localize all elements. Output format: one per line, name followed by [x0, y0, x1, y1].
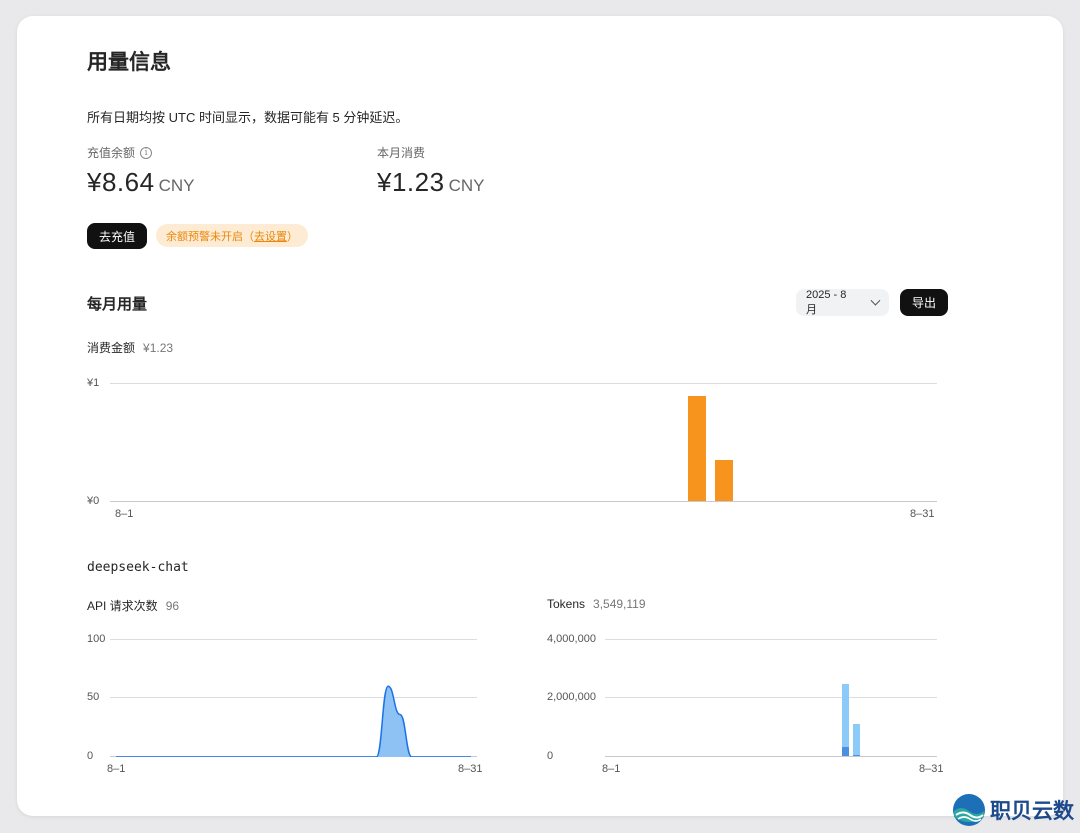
cost-ytick-top: ¥1 — [87, 377, 100, 389]
warning-close-paren: ） — [287, 230, 298, 243]
tokens-bar[interactable] — [852, 723, 860, 755]
chevron-down-icon — [870, 295, 881, 306]
requests-area — [116, 686, 471, 757]
cost-bar[interactable] — [714, 459, 733, 501]
requests-ytick-100: 100 — [87, 633, 106, 645]
utc-note: 所有日期均按 UTC 时间显示，数据可能有 5 分钟延迟。 — [87, 110, 409, 125]
balance-value: ¥8.64 — [87, 167, 155, 197]
tokens-bars-area — [605, 639, 937, 756]
monthly-usage-title: 每月用量 — [87, 296, 148, 313]
tokens-label: Tokens — [547, 597, 586, 611]
tokens-bar[interactable] — [852, 754, 860, 756]
monthly-spend-unit: CNY — [448, 176, 485, 195]
requests-line[interactable] — [116, 685, 471, 757]
model-name: deepseek-chat — [87, 560, 189, 575]
cost-baseline — [110, 501, 937, 502]
export-button[interactable]: 导出 — [900, 289, 948, 316]
requests-ytick-0: 0 — [87, 750, 94, 762]
cost-chart-label: 消费金额 — [87, 341, 136, 355]
requests-xtick-end: 8–31 — [458, 763, 483, 775]
tokens-total: 3,549,119 — [593, 597, 646, 611]
tokens-ytick-0: 0 — [547, 750, 554, 762]
tokens-bar[interactable] — [841, 747, 849, 756]
requests-total: 96 — [165, 599, 180, 613]
wave-logo-icon — [953, 794, 985, 826]
cost-xtick-end: 8–31 — [910, 508, 935, 520]
tokens-ytick-2m: 2,000,000 — [547, 691, 596, 703]
warning-settings-link[interactable]: 去设置 — [254, 228, 287, 244]
tokens-ytick-4m: 4,000,000 — [547, 633, 596, 645]
balance-block: 充值余额 i ¥8.64 CNY — [87, 144, 194, 198]
monthly-spend-value: ¥1.23 — [377, 167, 445, 197]
requests-label-row: API 请求次数 96 — [87, 597, 179, 614]
requests-area-chart — [116, 685, 471, 757]
page-title: 用量信息 — [87, 51, 171, 74]
balance-value-row: ¥8.64 CNY — [87, 167, 194, 198]
balance-warning-pill: 余额预警未开启（ 去设置 ） — [156, 224, 308, 247]
info-icon[interactable]: i — [140, 146, 153, 159]
cost-chart-label-row: 消费金额 ¥1.23 — [87, 339, 173, 356]
tokens-label-row: Tokens 3,549,119 — [547, 597, 646, 611]
warning-text: 余额预警未开启（ — [166, 230, 254, 243]
tokens-xtick-end: 8–31 — [919, 763, 944, 775]
recharge-button[interactable]: 去充值 — [87, 223, 147, 249]
cost-chart-total: ¥1.23 — [143, 341, 174, 355]
brand-logo-text: 职贝云数 — [990, 800, 1074, 823]
balance-label-row: 充值余额 i — [87, 144, 194, 161]
monthly-spend-label: 本月消费 — [377, 146, 426, 160]
cost-ytick-bottom: ¥0 — [87, 495, 100, 507]
requests-label: API 请求次数 — [87, 599, 158, 613]
requests-xtick-start: 8–1 — [107, 763, 126, 775]
cost-xtick-start: 8–1 — [115, 508, 134, 520]
tokens-baseline — [605, 756, 937, 757]
monthly-spend-value-row: ¥1.23 CNY — [377, 167, 484, 198]
requests-ytick-50: 50 — [87, 691, 100, 703]
tokens-xtick-start: 8–1 — [602, 763, 621, 775]
balance-label: 充值余额 — [87, 146, 136, 160]
cost-bar[interactable] — [688, 395, 707, 501]
month-select-value: 2025 - 8月 — [806, 288, 847, 316]
cost-bars-area — [110, 383, 937, 501]
month-select[interactable]: 2025 - 8月 — [796, 289, 889, 316]
tokens-bar[interactable] — [841, 684, 849, 748]
usage-card: 用量信息 所有日期均按 UTC 时间显示，数据可能有 5 分钟延迟。 充值余额 … — [17, 16, 1063, 816]
balance-unit: CNY — [158, 176, 195, 195]
monthly-spend-block: 本月消费 ¥1.23 CNY — [377, 144, 484, 198]
brand-logo: 职贝云数 — [952, 793, 1074, 827]
